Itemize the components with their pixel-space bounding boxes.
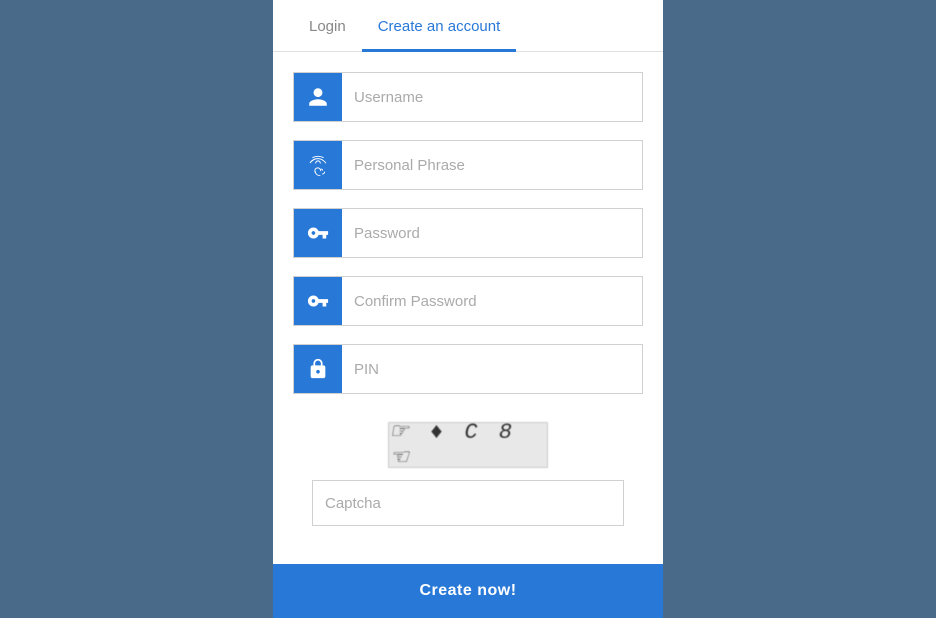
tab-create-account[interactable]: Create an account — [362, 0, 517, 52]
captcha-wrapper: ☞ ♦ C 8 ☜ — [293, 412, 643, 542]
registration-card: Login Create an account — [273, 0, 663, 618]
username-input[interactable] — [342, 73, 642, 121]
pin-input[interactable] — [342, 345, 642, 393]
lock-icon — [294, 345, 342, 393]
key-confirm-icon — [294, 277, 342, 325]
personal-phrase-row — [293, 140, 643, 190]
captcha-input[interactable] — [313, 481, 623, 525]
form-area: ☞ ♦ C 8 ☜ — [273, 52, 663, 564]
tab-login[interactable]: Login — [293, 0, 362, 52]
tab-bar: Login Create an account — [273, 0, 663, 52]
password-row — [293, 208, 643, 258]
captcha-input-row — [312, 480, 624, 526]
pin-row — [293, 344, 643, 394]
create-now-button[interactable]: Create now! — [273, 564, 663, 618]
personal-phrase-input[interactable] — [342, 141, 642, 189]
confirm-password-input[interactable] — [342, 277, 642, 325]
fingerprint-icon — [294, 141, 342, 189]
key-icon — [294, 209, 342, 257]
confirm-password-row — [293, 276, 643, 326]
captcha-image: ☞ ♦ C 8 ☜ — [388, 422, 548, 468]
password-input[interactable] — [342, 209, 642, 257]
username-row — [293, 72, 643, 122]
user-icon — [294, 73, 342, 121]
